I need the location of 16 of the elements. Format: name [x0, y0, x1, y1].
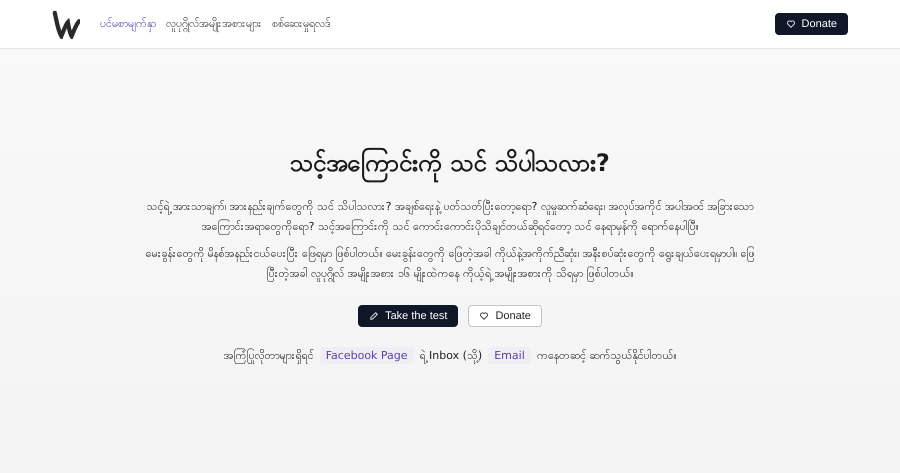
contact-link[interactable]: Email [488, 347, 531, 364]
contact-link[interactable]: Facebook Page [320, 347, 414, 364]
nav-link[interactable]: စစ်ဆေးမှုရလဒ် [272, 16, 331, 32]
nav-link[interactable]: ပင်မစာမျက်နှာ [100, 16, 156, 32]
heart-icon [786, 19, 796, 29]
nav-link[interactable]: လူပုဂ္ဂိုလ်အမျိုးအစားများ [166, 16, 262, 32]
donate-button[interactable]: Donate [468, 305, 542, 327]
logo-icon[interactable] [52, 9, 80, 39]
take-test-button[interactable]: Take the test [358, 305, 458, 327]
donate-button[interactable]: Donate [774, 13, 848, 35]
intro-paragraph: သင့်ရဲ့ အားသာချက်၊ အားနည်းချက်တွေကို သင် သိပါသလား? အချစ်ရေးနဲ့ ပတ်သတ်ပြီးတော့ရော? လူမှုဆက်ဆံရေး၊ အလုပ်အကိုင် အပါအဝင် အခြားသော အကြောင်းအရာတွေကိုရော? သင့်အကြောင်းကို သင် ကောင်းကောင်းပိုသိချင်တယ်ဆိုရင်တော့ သင် နေရာမှန်ကို ရောက်နေပါပြီ။ [140, 197, 760, 237]
heart-icon [479, 311, 490, 321]
intro-paragraph: မေးခွန်းတွေကို မိနစ်အနည်းငယ်ပေးပြီး ဖြေရမှာ ဖြစ်ပါတယ်။ မေးခွန်းတွေကို ဖြေတဲ့အခါ ကိုယ်နဲ့အကိုက်ညီဆုံး၊ အနီးစပ်ဆုံးတွေကို ရွေးချယ်ပေးရမှာပါ။ ဖြေပြီးတဲ့အခါ လူပုဂ္ဂိုလ် အမျိုးအစား ၁၆ မျိုးထဲကနေ ကိုယ့်ရဲ့ အမျိုးအစားကို သိရမှာ ဖြစ်ပါတယ်။ [140, 244, 760, 284]
contact-text: အကြံပြုလိုတာများရှိရင် Facebook Page ရဲ့ Inbox (သို့) Email ကနေတဆင့် ဆက်သွယ်နိုင်ပါတယ်။ [224, 347, 676, 364]
hero-title: သင့်အကြောင်းကို သင် သိပါသလား? [290, 147, 610, 183]
pencil-icon [369, 311, 380, 321]
